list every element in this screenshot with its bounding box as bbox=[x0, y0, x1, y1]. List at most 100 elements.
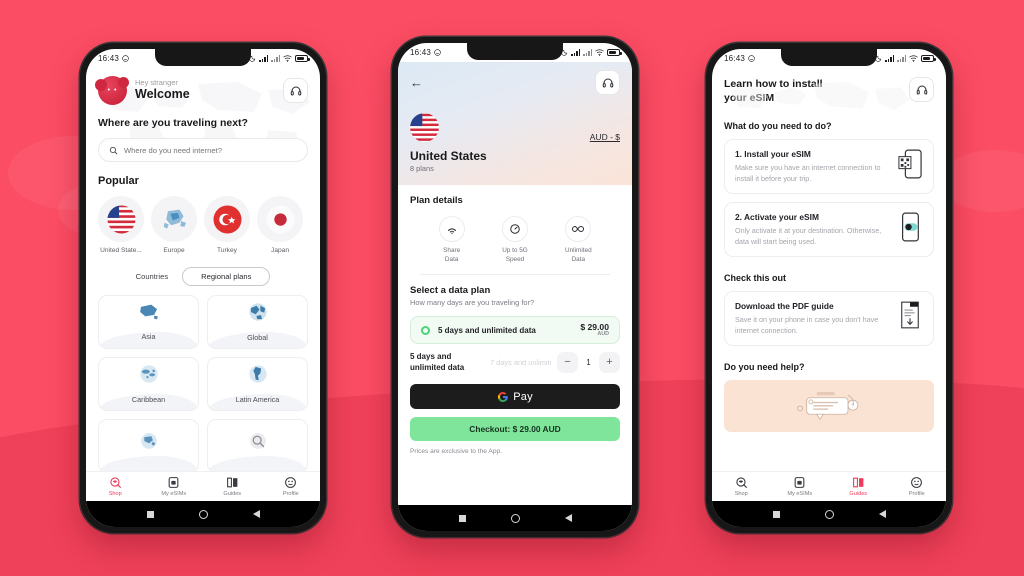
region-card-europe[interactable] bbox=[98, 418, 199, 471]
step-heading: 2. Activate your eSIM bbox=[735, 212, 819, 223]
signal-secondary-icon bbox=[271, 55, 280, 62]
sim-icon bbox=[794, 477, 805, 488]
tab-shop[interactable]: Shop bbox=[712, 476, 771, 497]
home-button[interactable] bbox=[510, 513, 520, 523]
flag-united-states-icon bbox=[98, 196, 144, 242]
tab-label: Shop bbox=[734, 491, 748, 497]
quantity-increment-button[interactable]: + bbox=[599, 352, 620, 374]
recents-button[interactable] bbox=[772, 510, 780, 518]
tab-profile[interactable]: Profile bbox=[262, 476, 321, 497]
signal-secondary-icon bbox=[583, 49, 592, 56]
flag-united-states-icon bbox=[410, 113, 439, 142]
currency-selector[interactable]: AUD - $ bbox=[590, 132, 620, 142]
back-button[interactable] bbox=[564, 514, 572, 522]
pdf-download-icon bbox=[897, 301, 923, 329]
wifi-icon bbox=[595, 49, 604, 56]
status-time: 16:43 bbox=[724, 54, 746, 63]
tab-guides[interactable]: Guides bbox=[203, 476, 262, 497]
region-card-latin-america[interactable]: Latin America bbox=[207, 356, 308, 411]
toggle-phone-icon bbox=[897, 212, 923, 242]
pdf-guide-card[interactable]: Download the PDF guide Save it on your p… bbox=[724, 291, 934, 346]
quantity-value: 1 bbox=[586, 358, 591, 368]
signal-icon bbox=[571, 49, 580, 56]
region-card-global[interactable]: Global bbox=[207, 294, 308, 349]
feature-5g-speed: Up to 5G Speed bbox=[491, 216, 539, 264]
country-label: United State... bbox=[100, 247, 142, 254]
tab-profile[interactable]: Profile bbox=[888, 476, 947, 497]
phone1-header: • • Hey stranger Welcome Where are you t… bbox=[86, 68, 320, 162]
wifi-icon bbox=[909, 55, 918, 62]
region-card-caribbean[interactable]: Caribbean bbox=[98, 356, 199, 411]
support-button[interactable] bbox=[283, 78, 308, 103]
whatsapp-icon bbox=[122, 55, 129, 62]
region-label: Global bbox=[247, 333, 268, 343]
book-icon bbox=[226, 477, 238, 488]
headset-icon bbox=[290, 86, 301, 95]
quantity-row: 5 days and unlimited data 7 days and unl… bbox=[410, 352, 620, 374]
flag-japan-icon bbox=[257, 196, 303, 242]
whatsapp-icon bbox=[434, 49, 441, 56]
signal-icon bbox=[259, 55, 268, 62]
quantity-ghost-text: 7 days and unlimited d bbox=[490, 358, 551, 368]
phone-mockup-1: 16:43 • • Hey stranger Welcome Where are… bbox=[80, 43, 326, 533]
step-body: Only activate it at your destination. Ot… bbox=[735, 226, 882, 246]
tab-regional-plans[interactable]: Regional plans bbox=[182, 266, 271, 286]
phone-mockup-3: 16:43 Learn how to install What do you n… bbox=[706, 43, 952, 533]
section-title-check-this-out: Check this out bbox=[724, 273, 787, 284]
feature-label: Unlimited Data bbox=[564, 247, 592, 263]
country-item-turkey[interactable]: Turkey bbox=[204, 196, 250, 255]
country-item-japan[interactable]: Japan bbox=[257, 196, 303, 255]
status-time: 16:43 bbox=[410, 48, 432, 57]
checkout-button[interactable]: Checkout: $ 29.00 AUD bbox=[410, 417, 620, 442]
greeting-small: Hey stranger bbox=[135, 78, 178, 88]
select-plan-title: Select a data plan bbox=[410, 285, 491, 297]
quantity-plan-label: 5 days and unlimited data bbox=[410, 352, 465, 372]
country-item-us[interactable]: United State... bbox=[98, 196, 144, 255]
phone1-content: • • Hey stranger Welcome Where are you t… bbox=[86, 68, 320, 471]
recents-button[interactable] bbox=[458, 514, 466, 522]
map-europe-icon bbox=[138, 430, 160, 457]
tab-my-esims[interactable]: My eSIMs bbox=[145, 476, 204, 497]
region-card-asia[interactable]: Asia bbox=[98, 294, 199, 349]
features-row: Share Data Up to 5G Speed Unlimited Data bbox=[410, 206, 620, 274]
plan-details-title: Plan details bbox=[410, 195, 463, 206]
tab-shop[interactable]: Shop bbox=[86, 476, 145, 497]
search-input[interactable] bbox=[124, 145, 297, 155]
tab-guides[interactable]: Guides bbox=[829, 476, 888, 497]
support-button[interactable] bbox=[595, 70, 620, 95]
region-label: Caribbean bbox=[131, 395, 166, 405]
back-button[interactable] bbox=[878, 510, 886, 518]
flag-currency-row: AUD - $ bbox=[410, 113, 620, 142]
region-card-search[interactable] bbox=[207, 418, 308, 471]
back-button[interactable] bbox=[252, 510, 260, 518]
avatar[interactable]: • • bbox=[95, 76, 129, 105]
map-asia-icon bbox=[138, 302, 160, 327]
tab-countries[interactable]: Countries bbox=[136, 272, 169, 281]
quantity-decrement-button[interactable]: − bbox=[557, 352, 578, 374]
phone-mockup-2: 16:43 ← AUD - $ United States 8 plans Pl… bbox=[392, 37, 638, 537]
quantity-stepper: − 1 + bbox=[557, 352, 620, 374]
home-button[interactable] bbox=[198, 509, 208, 519]
home-button[interactable] bbox=[824, 509, 834, 519]
country-name: United States bbox=[410, 149, 487, 163]
search-icon bbox=[109, 146, 118, 154]
share-data-icon bbox=[438, 216, 465, 242]
sim-icon bbox=[168, 477, 179, 488]
country-item-europe[interactable]: Europe bbox=[151, 196, 197, 255]
chat-illustration-icon: ? bbox=[797, 391, 859, 420]
radio-selected-icon bbox=[421, 325, 430, 335]
plan-type-tabs: Countries Regional plans bbox=[86, 255, 320, 286]
back-button[interactable]: ← bbox=[410, 76, 423, 89]
plan-option-selected[interactable]: 5 days and unlimited data $ 29.00 AUD bbox=[410, 316, 620, 345]
google-pay-button[interactable]: Pay bbox=[410, 384, 620, 410]
tab-my-esims[interactable]: My eSIMs bbox=[771, 476, 830, 497]
search-bar[interactable] bbox=[98, 138, 308, 162]
recents-button[interactable] bbox=[146, 510, 154, 518]
notch bbox=[781, 49, 877, 66]
avatar-face: • • bbox=[107, 87, 118, 94]
price-disclaimer: Prices are exclusive to the App. bbox=[410, 448, 502, 456]
tab-label: Profile bbox=[908, 491, 925, 497]
step-card-activate[interactable]: 2. Activate your eSIM Only activate it a… bbox=[724, 202, 934, 258]
help-banner[interactable]: ? bbox=[724, 379, 934, 432]
plan-details-section: Plan details Share Data Up to 5G Speed U… bbox=[398, 185, 632, 374]
